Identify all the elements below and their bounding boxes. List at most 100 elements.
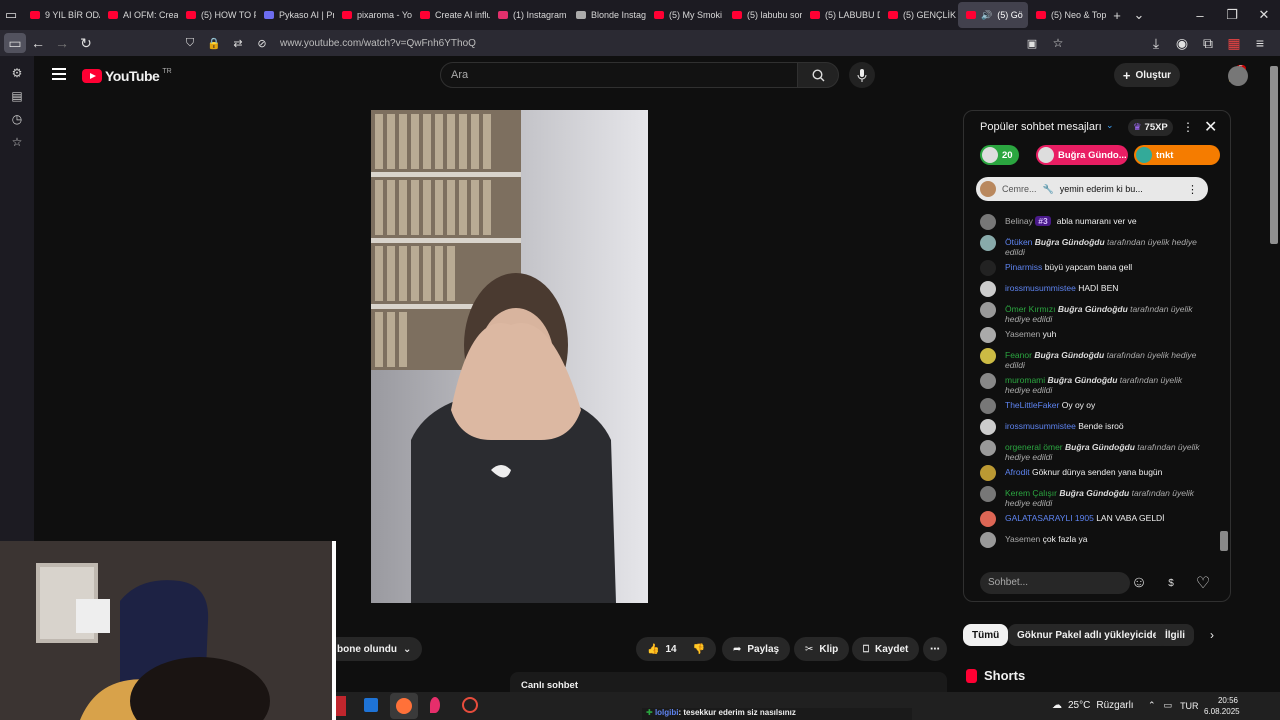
chat-message[interactable]: Afrodit Göknur dünya senden yana bugün [980,465,1208,481]
browser-tab[interactable]: (1) Instagram [490,0,568,30]
account-icon[interactable]: ◉ [1170,31,1194,55]
chat-author[interactable]: Pinarmiss [1005,262,1042,272]
autoplay-icon[interactable]: ⊘ [250,31,274,55]
filter-chip-uploader[interactable]: Göknur Pakel adlı yükleyiciden [1008,624,1174,646]
browser-tab[interactable]: (5) labubu sor [724,0,802,30]
live-chat-replay-bar[interactable]: Canlı sohbet [510,672,947,694]
avatar[interactable] [1228,66,1248,86]
bookmarks-icon[interactable]: ☆ [10,135,24,149]
chat-message[interactable]: irossmusummistee Bende isroö [980,419,1208,435]
chat-message[interactable]: TheLittleFaker Oy oy oy [980,398,1208,414]
browser-tab[interactable]: Create AI influ [412,0,490,30]
emoji-icon[interactable]: ☺ [1128,572,1150,594]
close-window-icon[interactable]: ✕ [1248,0,1280,30]
clip-button[interactable]: ✂ Klip [794,637,850,661]
chat-message[interactable]: Ötüken Buğra Gündoğdu tarafından üyelik … [980,235,1208,257]
page-scrollbar[interactable] [1268,56,1280,692]
clock[interactable]: 20:56 6.08.2025 [1204,695,1240,717]
speedtest-icon[interactable] [462,697,478,713]
chat-message[interactable]: Yasemen yuh [980,327,1208,343]
browser-tab[interactable]: (5) My Smoki [646,0,724,30]
youtube-logo[interactable]: YouTube TR [82,68,172,84]
video-player[interactable] [371,110,648,603]
permissions-icon[interactable]: ⇄ [226,31,250,55]
chat-input[interactable]: Sohbet... [980,572,1130,594]
browser-tab[interactable]: (5) GENÇLİK D [880,0,958,30]
chat-scrollbar[interactable] [1220,531,1228,551]
chat-author[interactable]: Afrodit [1005,467,1030,477]
search-input[interactable]: Ara [440,62,798,88]
url-bar[interactable]: www.youtube.com/watch?v=QwFnh6YThoQ [280,38,476,49]
more-options-icon[interactable]: ⋮ [1187,183,1204,196]
chat-message[interactable]: Ömer Kırmızı Buğra Gündoğdu tarafından ü… [980,302,1208,324]
chat-title[interactable]: Popüler sohbet mesajları [980,121,1102,133]
tab-list-chevron-icon[interactable]: ⌄ [1128,0,1150,30]
pinned-message[interactable]: Cemre... 🔧 yemin ederim ki bu... ⋮ [976,177,1208,201]
reload-icon[interactable]: ↻ [74,31,98,55]
xp-badge[interactable]: ♛ 75XP [1128,119,1173,136]
chat-author[interactable]: Yasemen [1005,329,1040,339]
heart-icon[interactable]: ♡ [1192,572,1214,594]
minimize-icon[interactable]: – [1184,0,1216,30]
chat-message[interactable]: Pinarmiss büyü yapcam bana gell [980,260,1208,276]
voice-search-button[interactable] [849,62,875,88]
save-button[interactable]: ⎕ Kaydet [852,637,920,661]
browser-tab[interactable]: (5) LABUBU D [802,0,880,30]
chat-author[interactable]: Kerem Çalışır [1005,488,1057,498]
more-options-icon[interactable]: ⋮ [1182,120,1194,134]
tab-overview-icon[interactable]: ▭ [0,0,22,30]
app-icon[interactable] [336,696,346,716]
download-icon[interactable]: ⤓ [1144,31,1168,55]
network-icon[interactable]: ▭ [1164,700,1173,711]
chat-author[interactable]: TheLittleFaker [1005,400,1059,410]
weather-widget[interactable]: ☁ 25°C Rüzgarlı [1052,700,1134,711]
chat-message[interactable]: Kerem Çalışır Buğra Gündoğdu tarafından … [980,486,1208,508]
like-button[interactable]: 👍 14 👎 [636,637,717,661]
chat-chip-2[interactable]: Buğra Gündo... [1036,145,1128,165]
extension-badge-icon[interactable]: ▦ [1222,31,1246,55]
browser-tab[interactable]: 9 YIL BİR ODA [22,0,100,30]
filter-chip-all[interactable]: Tümü [963,624,1009,646]
history-icon[interactable]: ◷ [10,112,24,126]
maps-pin-icon[interactable] [430,697,440,713]
chat-author[interactable]: Ötüken [1005,237,1032,247]
chat-author[interactable]: irossmusummistee [1005,421,1076,431]
chevron-down-icon[interactable]: ⌄ [1106,120,1114,131]
browser-tab[interactable]: pixaroma - Yo [334,0,412,30]
browser-tab[interactable]: (5) HOW TO F [178,0,256,30]
extensions-icon[interactable]: ⧉ [1196,31,1220,55]
sidebar-toggle-icon[interactable]: ▭ [4,33,26,53]
search-button[interactable] [797,62,839,88]
browser-tab[interactable]: Blonde Instag [568,0,646,30]
more-actions-button[interactable]: ⋯ [923,637,947,661]
hamburger-menu-icon[interactable] [52,68,66,80]
tab-active[interactable]: 🔊 (5) Gö × [958,2,1028,28]
shield-icon[interactable]: ⛉ [178,31,202,55]
bookmark-star-icon[interactable]: ☆ [1046,31,1070,55]
chat-author[interactable]: irossmusummistee [1005,283,1076,293]
synced-tabs-icon[interactable]: ▤ [10,89,24,103]
chat-chip-3[interactable]: tnkt [1134,145,1220,165]
chat-author[interactable]: Belinay [1005,216,1033,226]
chat-author[interactable]: GALATASARAYLI 1905 [1005,513,1094,523]
pip-icon[interactable]: ▣ [1020,31,1044,55]
back-icon[interactable]: ← [26,31,50,55]
close-chat-icon[interactable]: ✕ [1204,117,1217,137]
chat-author[interactable]: Yasemen [1005,534,1040,544]
chat-author[interactable]: Feanor [1005,350,1032,360]
new-tab-icon[interactable]: + [1106,0,1128,30]
firefox-taskbar-item[interactable] [390,693,418,719]
menu-icon[interactable]: ≡ [1248,31,1272,55]
restore-icon[interactable]: ❐ [1216,0,1248,30]
thumbs-down-icon[interactable]: 👎 [693,644,705,655]
subscribed-button[interactable]: bone olundu ⌄ [326,637,423,661]
lock-icon[interactable]: 🔒 [202,31,226,55]
speaker-icon[interactable]: 🔊 [981,10,992,21]
browser-tab[interactable]: Pykaso AI | Pr [256,0,334,30]
chat-message[interactable]: Yasemen çok fazla ya [980,532,1208,548]
create-button[interactable]: + Oluştur [1114,63,1180,87]
filter-chip-related[interactable]: İlgili [1156,624,1194,646]
chat-author[interactable]: Ömer Kırmızı [1005,304,1056,314]
chat-message[interactable]: Feanor Buğra Gündoğdu tarafından üyelik … [980,348,1208,370]
chat-author[interactable]: muromami [1005,375,1045,385]
